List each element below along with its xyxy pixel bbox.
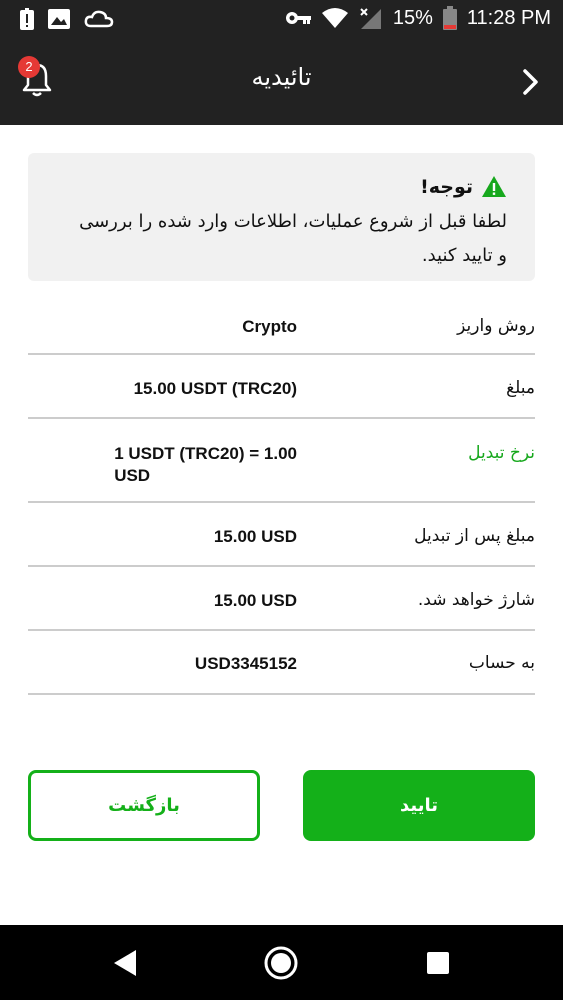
nav-back-icon[interactable]: [112, 949, 138, 977]
system-nav-bar: [0, 925, 563, 1000]
detail-label: مبلغ: [506, 378, 535, 398]
detail-label: روش واریز: [457, 316, 535, 336]
detail-value: 15.00 USDT (TRC20): [133, 379, 297, 398]
confirm-button[interactable]: تایید: [303, 770, 535, 841]
detail-label: مبلغ پس از تبدیل: [414, 526, 535, 546]
notice-body: لطفا قبل از شروع عملیات، اطلاعات وارد شد…: [47, 205, 507, 273]
rate-line-2: USD: [114, 466, 151, 485]
app-bar: 2 تائیدیه: [0, 38, 563, 125]
detail-label: به حساب: [468, 653, 535, 673]
status-bar: 15% 11:28 PM: [0, 0, 563, 38]
vpn-key-icon: [285, 12, 311, 24]
notice-box: توجه! لطفا قبل از شروع عملیات، اطلاعات و…: [28, 153, 535, 281]
notice-title: توجه!: [420, 175, 473, 198]
image-icon: [48, 9, 70, 29]
status-right-icons: 15% 11:28 PM: [285, 6, 551, 30]
rate-line-1: 1 USDT (TRC20) = 1.00: [114, 444, 297, 463]
clock: 11:28 PM: [466, 6, 551, 29]
detail-value: 15.00 USD: [213, 591, 297, 610]
page-title: تائیدیه: [251, 63, 312, 91]
notice-header: توجه!: [420, 175, 507, 198]
detail-value: USD3345152: [194, 654, 297, 673]
cloud-icon: [84, 10, 114, 28]
warning-icon: [482, 176, 506, 197]
chevron-right-icon[interactable]: [521, 68, 541, 96]
detail-value: 15.00 USD: [213, 527, 297, 546]
notice-line-2: و تایید کنید.: [421, 245, 507, 266]
nav-recents-icon[interactable]: [426, 951, 450, 975]
detail-row-converted: مبلغ پس از تبدیل 15.00 USD: [28, 503, 535, 567]
detail-row-method: روش واریز Crypto: [28, 292, 535, 355]
back-button[interactable]: بازگشت: [28, 770, 260, 841]
battery-percent: 15%: [392, 6, 433, 29]
nav-home-icon[interactable]: [263, 945, 299, 981]
detail-row-charge: شارژ خواهد شد. 15.00 USD: [28, 567, 535, 631]
detail-row-amount: مبلغ 15.00 USDT (TRC20): [28, 355, 535, 419]
detail-value: Crypto: [242, 317, 297, 336]
detail-row-account: به حساب USD3345152: [28, 631, 535, 695]
wifi-icon: [321, 8, 348, 28]
alert-icon: [20, 8, 34, 30]
details-list: روش واریز Crypto مبلغ 15.00 USDT (TRC20)…: [28, 292, 535, 695]
cellular-signal-icon: [360, 8, 381, 29]
detail-row-rate: نرخ تبدیل 1 USDT (TRC20) = 1.00 USD: [28, 419, 535, 503]
detail-value: 1 USDT (TRC20) = 1.00 USD: [114, 443, 297, 487]
detail-label: شارژ خواهد شد.: [417, 590, 535, 610]
detail-label: نرخ تبدیل: [468, 443, 535, 463]
status-left-icons: [20, 8, 114, 30]
notice-line-1: لطفا قبل از شروع عملیات، اطلاعات وارد شد…: [79, 211, 507, 232]
battery-icon: [442, 6, 457, 30]
